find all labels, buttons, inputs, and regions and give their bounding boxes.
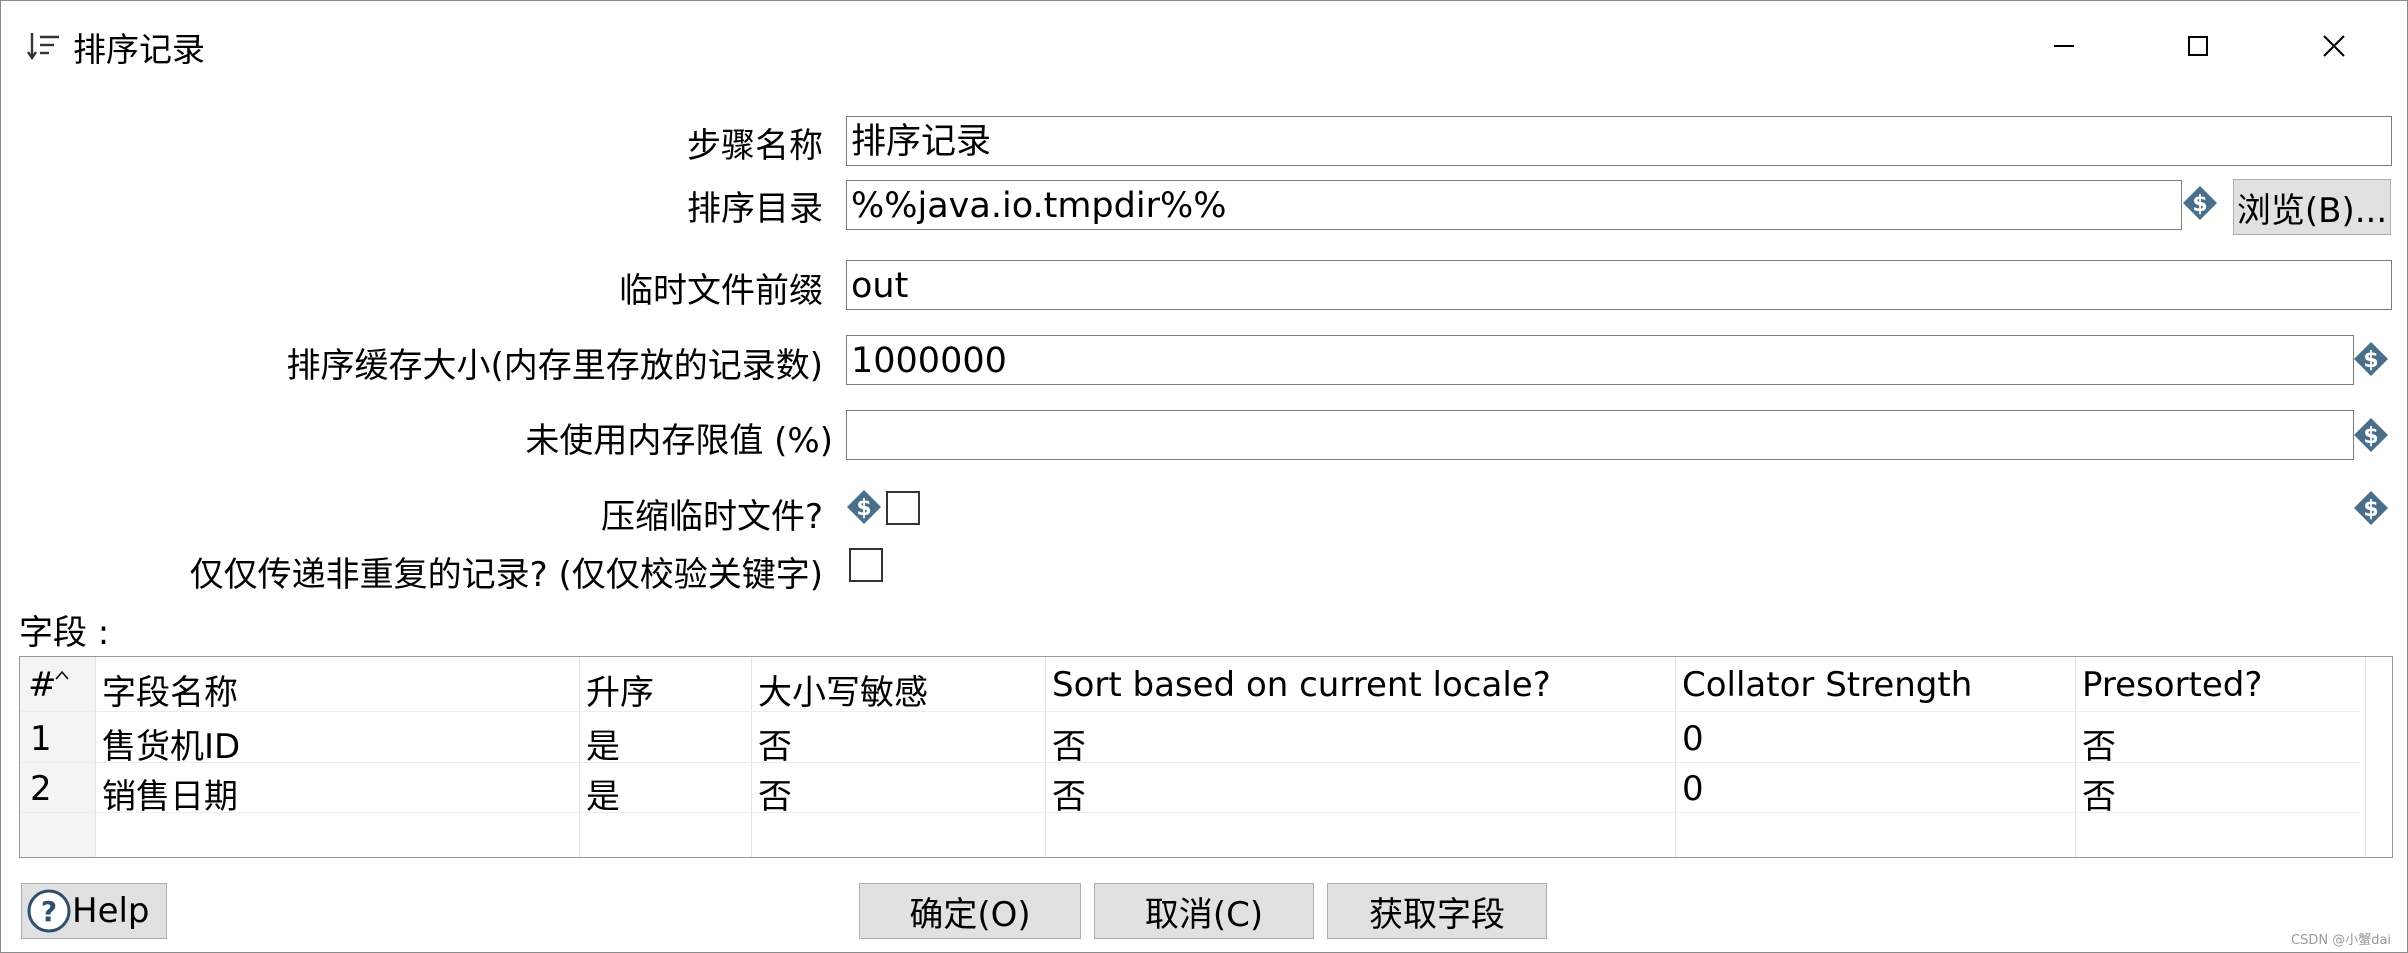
minimize-icon bbox=[2054, 45, 2074, 47]
question-circle-icon: ? bbox=[27, 889, 71, 933]
svg-text:$: $ bbox=[2363, 424, 2378, 449]
table-cell: 2 bbox=[30, 769, 52, 809]
maximize-button[interactable] bbox=[2163, 21, 2233, 71]
column-header-number[interactable]: # bbox=[28, 665, 57, 705]
unique-rows-label: 仅仅传递非重复的记录? (仅仅校验关键字) bbox=[189, 555, 823, 595]
close-button[interactable] bbox=[2299, 21, 2369, 71]
sort-size-input[interactable]: 1000000 bbox=[846, 335, 2354, 385]
close-icon bbox=[2323, 35, 2345, 57]
compress-checkbox[interactable] bbox=[886, 491, 920, 525]
sort-ascending-icon bbox=[55, 670, 69, 680]
sort-directory-input[interactable]: %%java.io.tmpdir%% bbox=[846, 180, 2182, 230]
maximize-icon bbox=[2188, 36, 2208, 56]
sort-rows-dialog: 排序记录 步骤名称 排序记录 排序目录 %%java.io.tmpdir%% $… bbox=[0, 0, 2408, 953]
sort-size-label: 排序缓存大小(内存里存放的记录数) bbox=[286, 346, 823, 386]
unique-rows-checkbox[interactable] bbox=[849, 548, 883, 582]
cancel-button[interactable]: 取消(C) bbox=[1094, 883, 1314, 939]
watermark: CSDN @小蟹dai bbox=[2291, 933, 2392, 948]
minimize-button[interactable] bbox=[2029, 21, 2099, 71]
table-cell[interactable]: 销售日期 bbox=[102, 769, 238, 818]
table-cell[interactable]: 否 bbox=[1052, 769, 1086, 818]
column-header-fieldname[interactable]: 字段名称 bbox=[102, 665, 238, 714]
step-name-label: 步骤名称 bbox=[687, 126, 823, 166]
column-header-presorted[interactable]: Presorted? bbox=[2082, 665, 2262, 705]
get-fields-button[interactable]: 获取字段 bbox=[1327, 883, 1547, 939]
free-memory-label: 未使用内存限值 (%) bbox=[525, 421, 833, 461]
table-cell[interactable]: 否 bbox=[2082, 769, 2116, 818]
temp-prefix-input[interactable]: out bbox=[846, 260, 2392, 310]
help-label: Help bbox=[72, 891, 150, 931]
table-cell[interactable]: 0 bbox=[1682, 769, 1704, 809]
step-name-input[interactable]: 排序记录 bbox=[846, 116, 2392, 166]
variable-icon[interactable]: $ bbox=[2353, 490, 2389, 526]
table-cell[interactable]: 否 bbox=[1052, 719, 1086, 768]
title-bar: 排序记录 bbox=[1, 1, 2407, 91]
column-header-case-sensitive[interactable]: 大小写敏感 bbox=[758, 665, 928, 714]
table-cell[interactable]: 0 bbox=[1682, 719, 1704, 759]
svg-text:?: ? bbox=[41, 895, 57, 928]
column-header-locale[interactable]: Sort based on current locale? bbox=[1052, 665, 1551, 705]
svg-text:$: $ bbox=[2363, 497, 2378, 522]
column-header-ascending[interactable]: 升序 bbox=[586, 665, 654, 714]
table-cell[interactable]: 是 bbox=[586, 769, 620, 818]
sort-directory-label: 排序目录 bbox=[687, 189, 823, 229]
variable-icon[interactable]: $ bbox=[2353, 417, 2389, 453]
row-divider bbox=[20, 711, 2360, 712]
compress-label: 压缩临时文件? bbox=[600, 497, 823, 537]
table-cell[interactable]: 否 bbox=[2082, 719, 2116, 768]
table-cell[interactable]: 是 bbox=[586, 719, 620, 768]
help-button[interactable]: ? Help bbox=[21, 883, 167, 939]
svg-text:$: $ bbox=[2192, 192, 2207, 217]
svg-text:$: $ bbox=[2363, 348, 2378, 373]
fields-label: 字段 : bbox=[19, 613, 110, 653]
variable-icon[interactable]: $ bbox=[846, 489, 882, 525]
variable-icon[interactable]: $ bbox=[2353, 341, 2389, 377]
fields-table: # 字段名称 升序 大小写敏感 Sort based on current lo… bbox=[19, 656, 2393, 858]
column-header-collator-strength[interactable]: Collator Strength bbox=[1682, 665, 1972, 705]
browse-button[interactable]: 浏览(B)... bbox=[2233, 179, 2391, 235]
free-memory-input[interactable] bbox=[846, 410, 2354, 460]
table-cell[interactable]: 售货机ID bbox=[102, 719, 240, 768]
table-cell[interactable]: 否 bbox=[758, 769, 792, 818]
row-divider bbox=[20, 812, 2360, 813]
sort-icon bbox=[27, 33, 59, 61]
ok-button[interactable]: 确定(O) bbox=[859, 883, 1081, 939]
variable-icon[interactable]: $ bbox=[2182, 185, 2218, 221]
table-cell[interactable]: 否 bbox=[758, 719, 792, 768]
svg-text:$: $ bbox=[856, 496, 871, 521]
temp-prefix-label: 临时文件前缀 bbox=[619, 271, 823, 311]
row-divider bbox=[20, 762, 2360, 763]
table-cell: 1 bbox=[30, 719, 52, 759]
window-title: 排序记录 bbox=[73, 30, 205, 69]
